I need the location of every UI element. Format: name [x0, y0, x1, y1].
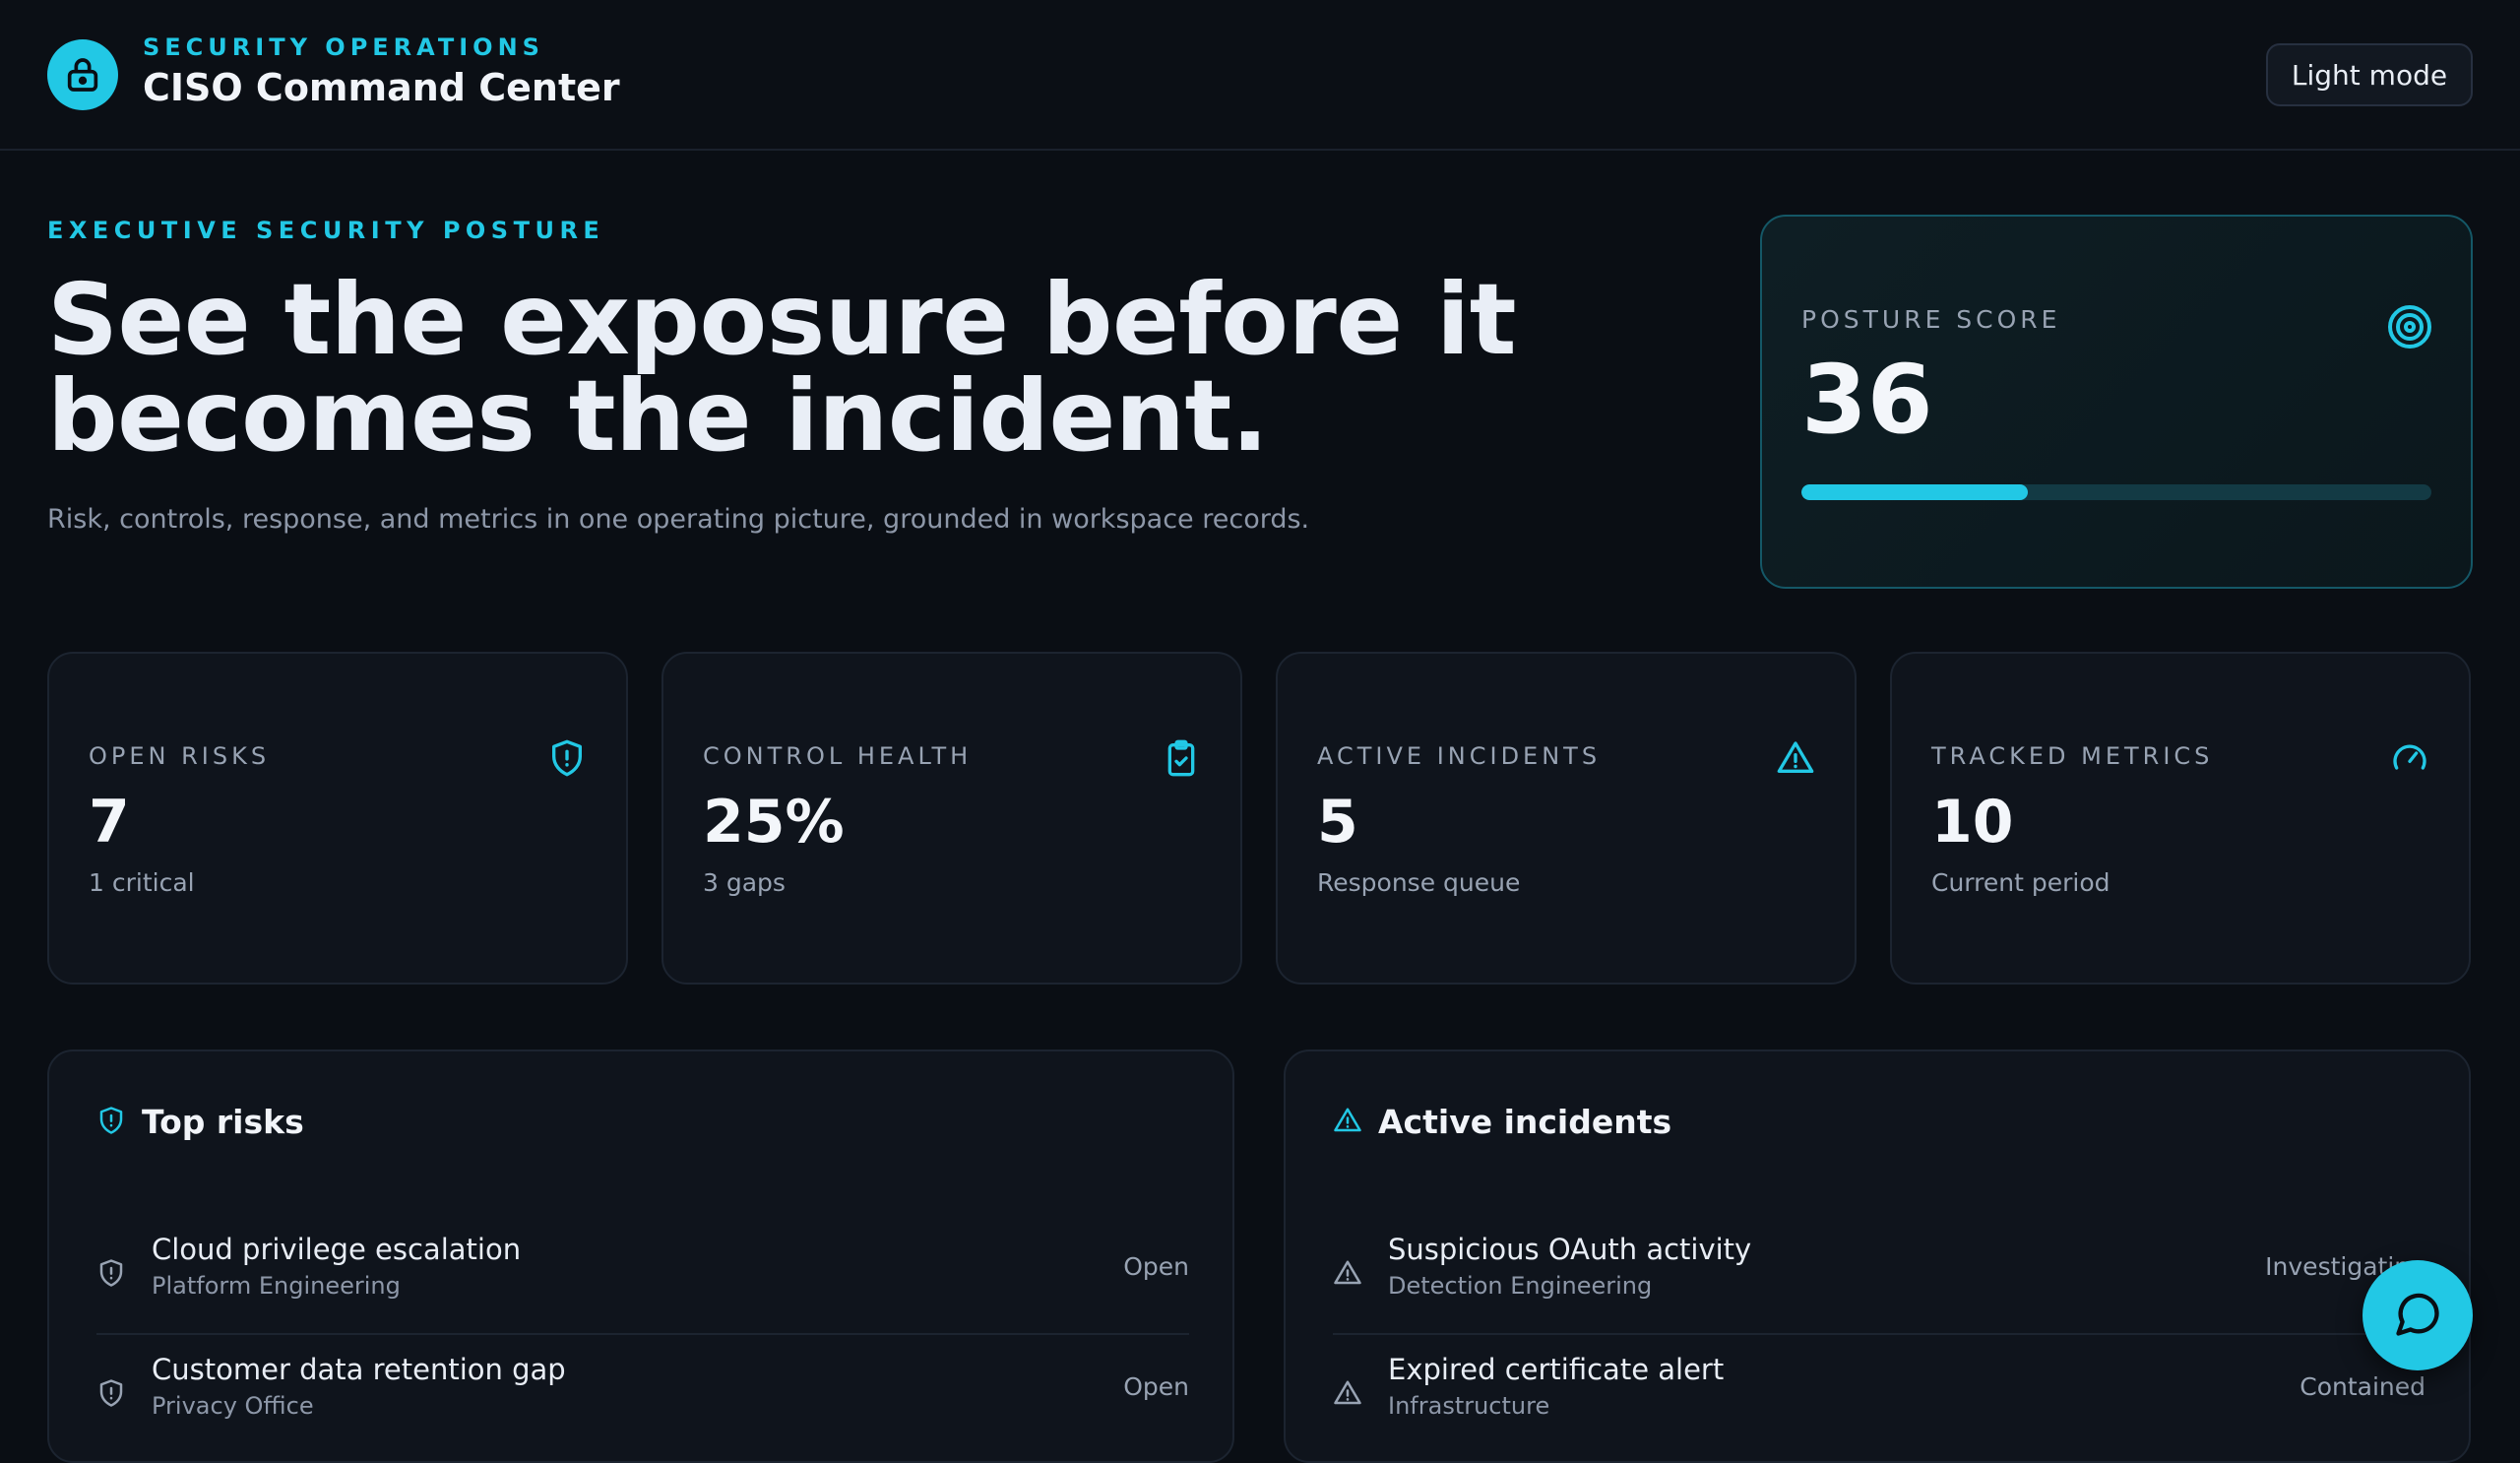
stat-value: 7: [89, 788, 130, 857]
stat-label: ACTIVE INCIDENTS: [1317, 742, 1602, 770]
incident-title: Suspicious OAuth activity: [1388, 1233, 1752, 1266]
stat-subtext: Response queue: [1317, 868, 1521, 897]
incident-row[interactable]: Expired certificate alert Infrastructure…: [1333, 1335, 2426, 1455]
app-title: CISO Command Center: [143, 66, 620, 109]
stat-value: 25%: [703, 788, 845, 857]
stat-subtext: 1 critical: [89, 868, 195, 897]
posture-score-card: POSTURE SCORE 36: [1760, 215, 2473, 589]
incident-row[interactable]: Suspicious OAuth activity Detection Engi…: [1333, 1215, 2426, 1335]
stat-label: CONTROL HEALTH: [703, 742, 973, 770]
shield-alert-icon: [96, 1378, 126, 1412]
alert-triangle-icon: [1333, 1378, 1362, 1412]
stat-value: 5: [1317, 788, 1358, 857]
alert-triangle-icon: [1333, 1258, 1362, 1292]
panel-title: Top risks: [142, 1103, 304, 1141]
top-risks-header: Top risks: [96, 1103, 304, 1141]
stat-card-open-risks: OPEN RISKS 7 1 critical: [47, 652, 628, 985]
light-mode-button[interactable]: Light mode: [2266, 43, 2473, 106]
shield-alert-icon: [96, 1258, 126, 1292]
hero-eyebrow: EXECUTIVE SECURITY POSTURE: [47, 217, 605, 244]
shield-alert-icon: [96, 1106, 126, 1139]
stat-card-tracked-metrics: TRACKED METRICS 10 Current period: [1890, 652, 2471, 985]
posture-score-value: 36: [1801, 345, 1933, 455]
brand-eyebrow: SECURITY OPERATIONS: [143, 33, 544, 61]
hero-subtitle: Risk, controls, response, and metrics in…: [47, 504, 1310, 535]
target-icon: [2386, 303, 2433, 354]
risk-title: Customer data retention gap: [152, 1353, 566, 1386]
risk-row[interactable]: Customer data retention gap Privacy Offi…: [96, 1335, 1189, 1455]
stat-value: 10: [1931, 788, 2014, 857]
risk-owner: Platform Engineering: [152, 1272, 401, 1300]
lock-icon: [47, 39, 118, 110]
stat-card-control-health: CONTROL HEALTH 25% 3 gaps: [662, 652, 1242, 985]
active-incidents-header: Active incidents: [1333, 1103, 1671, 1141]
risk-status: Open: [1123, 1372, 1189, 1401]
hero-title: See the exposure before it becomes the i…: [47, 262, 1517, 474]
posture-score-label: POSTURE SCORE: [1801, 305, 2061, 334]
alert-triangle-icon: [1776, 738, 1815, 782]
incident-status: Contained: [2300, 1372, 2426, 1401]
risk-status: Open: [1123, 1252, 1189, 1281]
risk-owner: Privacy Office: [152, 1392, 314, 1420]
posture-progress-fill: [1801, 484, 2029, 500]
stat-card-active-incidents: ACTIVE INCIDENTS 5 Response queue: [1276, 652, 1857, 985]
incident-title: Expired certificate alert: [1388, 1353, 1725, 1386]
risk-row[interactable]: Cloud privilege escalation Platform Engi…: [96, 1215, 1189, 1335]
chat-bubble-icon: [2392, 1289, 2443, 1343]
stat-label: OPEN RISKS: [89, 742, 271, 770]
posture-progress-bar: [1801, 484, 2431, 500]
shield-alert-icon: [547, 738, 587, 782]
top-bar: SECURITY OPERATIONS CISO Command Center …: [0, 0, 2520, 151]
gauge-icon: [2390, 738, 2429, 782]
panel-title: Active incidents: [1378, 1103, 1672, 1141]
risk-title: Cloud privilege escalation: [152, 1233, 522, 1266]
stat-subtext: Current period: [1931, 868, 2110, 897]
clipboard-check-icon: [1162, 738, 1201, 782]
top-risks-panel: Top risks Cloud privilege escalation Pla…: [47, 1050, 1234, 1463]
chat-button[interactable]: [2362, 1260, 2473, 1370]
alert-triangle-icon: [1333, 1106, 1362, 1139]
active-incidents-panel: Active incidents Suspicious OAuth activi…: [1284, 1050, 2471, 1463]
stat-label: TRACKED METRICS: [1931, 742, 2214, 770]
incident-owner: Infrastructure: [1388, 1392, 1550, 1420]
incident-owner: Detection Engineering: [1388, 1272, 1653, 1300]
stat-subtext: 3 gaps: [703, 868, 786, 897]
